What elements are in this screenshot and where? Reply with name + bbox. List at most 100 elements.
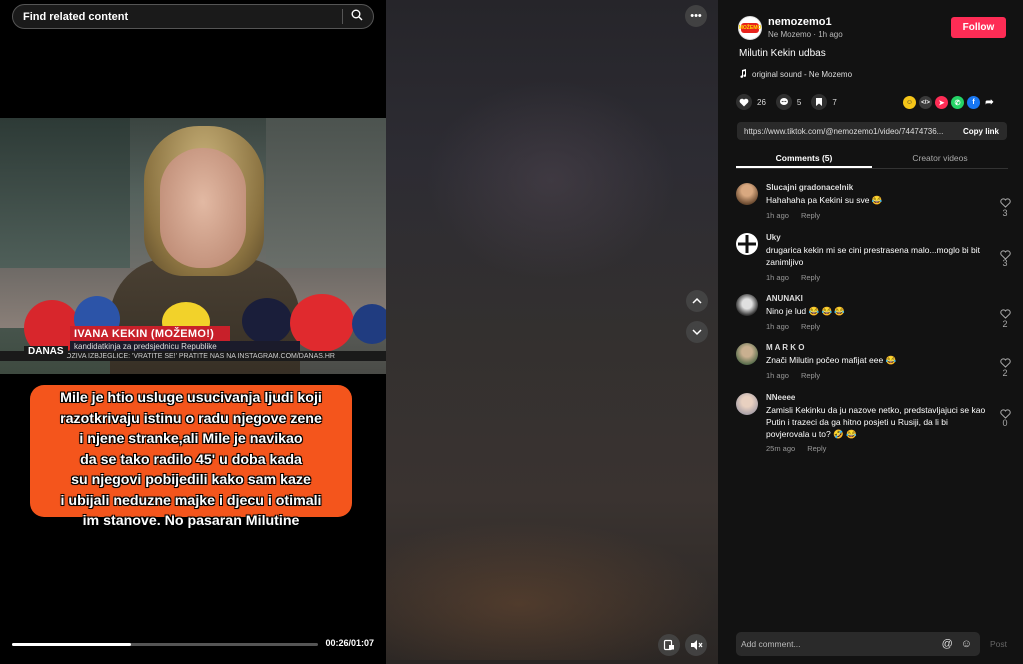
microphone-hrt [242,298,292,344]
comment-text: drugarica kekin mi se cini prestrasena m… [766,245,981,267]
next-video-button[interactable] [686,321,708,343]
commenter-avatar[interactable] [736,343,758,365]
news-subtitle-bar: kandidatkinja za predsjednicu Republike [70,341,300,351]
sound-name: original sound - Ne Mozemo [752,69,853,79]
video-url[interactable]: https://www.tiktok.com/@nemozemo1/video/… [744,127,954,136]
action-bar: 26 5 7 [736,94,847,110]
pip-icon [663,639,674,651]
more-options-button[interactable]: ••• [685,5,707,27]
commenter-name[interactable]: NNeeee [766,393,795,402]
commenter-avatar[interactable] [736,183,758,205]
commenter-avatar[interactable] [736,294,758,316]
speaker-muted-icon [690,640,702,650]
info-panel: MOŽEMO nemozemo1 Ne Mozemo · 1h ago Foll… [718,0,1023,664]
comment-text: Zamisli Kekinku da ju nazove netko, pred… [766,405,986,439]
reply-button[interactable]: Reply [801,211,820,220]
chevron-up-icon [692,297,702,304]
comment-item: Slucajni gradonacelnik Hahahaha pa Kekin… [736,183,1016,229]
commenter-name[interactable]: Uky [766,233,781,242]
comment-like-count: 2 [1002,368,1008,378]
comment-text: Hahahaha pa Kekini su sve 😂 [766,195,883,205]
comment-time: 1h ago [766,322,789,331]
tiktok-video-page: Find related content IVANA KEKIN (MOŽEMO… [0,0,1023,664]
comment-item: M A R K O Znači Milutin počeo mafijat ee… [736,343,1016,383]
comment-count: 5 [796,97,802,107]
caption-line: razotkrivaju istinu o radu njegove zene [60,410,322,427]
follow-button[interactable]: Follow [951,17,1006,38]
comment-input[interactable]: Add comment... @ ☺ [736,632,980,656]
comment-meta: 1h ago Reply [766,211,820,220]
copy-link-button[interactable]: Copy link [963,127,999,136]
embed-icon[interactable]: </> [919,96,932,109]
video-time: 00:26/01:07 [325,638,374,648]
caption-line: da se tako radilo 45' u doba kada [80,451,302,468]
comment-item: Uky drugarica kekin mi se cini prestrase… [736,233,1016,283]
speaker-face [160,148,246,268]
send-to-friends-icon[interactable]: ➤ [935,96,948,109]
author-logo: MOŽEMO [738,23,762,33]
commenter-name[interactable]: M A R K O [766,343,805,352]
reply-button[interactable]: Reply [801,322,820,331]
comment-button[interactable]: 5 [775,94,802,110]
comment-time: 25m ago [766,444,796,453]
heart-icon [736,94,752,110]
like-count: 26 [757,97,766,107]
comment-text: Znači Milutin počeo mafijat eee 😂 [766,355,897,365]
search-divider [342,9,343,24]
share-row: ☺ </> ➤ ✆ f ➦ [903,96,996,109]
reply-button[interactable]: Reply [801,273,820,282]
heart-outline-icon [999,198,1011,208]
caption-line: i njene stranke,ali Mile je navikao [79,431,303,447]
tab-creator-videos[interactable]: Creator videos [872,146,1008,168]
author-avatar[interactable]: MOŽEMO [738,16,762,40]
panel-tabs: Comments (5) Creator videos [736,146,1008,169]
facebook-icon[interactable]: f [967,96,980,109]
comment-input-placeholder[interactable]: Add comment... [741,639,942,649]
picture-in-picture-button[interactable] [658,634,680,656]
video-caption: Mile je htio usluge usucivanja ljudi koj… [20,388,362,532]
emoji-icon[interactable]: ☺ [961,638,972,650]
comment-item: ANUNAKI Nino je lud 😂 😂 😂 1h ago Reply 2 [736,294,1016,334]
comment-meta: 1h ago Reply [766,371,820,380]
blurred-backdrop [386,0,718,664]
video-progress-bar[interactable] [12,643,318,646]
caption-line: su njegovi pobijedili kako sam kaze [71,472,311,488]
channel-logo: DANAS [24,346,68,357]
save-count: 7 [832,97,837,107]
tab-comments[interactable]: Comments (5) [736,146,872,168]
author-username[interactable]: nemozemo1 [768,16,832,28]
search-bar[interactable]: Find related content [12,4,374,29]
commenter-name[interactable]: Slucajni gradonacelnik [766,183,853,192]
save-button[interactable]: 7 [811,94,837,110]
ticker-text: OZIVA IZBJEGLICE: 'VRATITE SE!' PRATITE … [66,352,335,360]
microphone-blue-right [352,304,386,344]
video-player[interactable]: Find related content IVANA KEKIN (MOŽEMO… [0,0,386,664]
reply-button[interactable]: Reply [801,371,820,380]
comment-text: Nino je lud 😂 😂 😂 [766,306,845,316]
heart-outline-icon [999,309,1011,319]
search-icon[interactable] [351,8,363,26]
video-description: Milutin Kekin udbas [739,48,826,59]
comment-icon [775,94,792,110]
comment-meta: 25m ago Reply [766,444,826,453]
post-button[interactable]: Post [990,639,1007,649]
chevron-down-icon [692,329,702,336]
news-lower-third: IVANA KEKIN (MOŽEMO!) [70,326,230,341]
whatsapp-icon[interactable]: ✆ [951,96,964,109]
comment-time: 1h ago [766,273,789,282]
like-button[interactable]: 26 [736,94,766,110]
search-input[interactable]: Find related content [23,11,342,23]
comment-time: 1h ago [766,371,789,380]
commenter-avatar[interactable] [736,233,758,255]
commenter-name[interactable]: ANUNAKI [766,294,803,303]
reply-button[interactable]: Reply [807,444,826,453]
commenter-avatar[interactable] [736,393,758,415]
mention-icon[interactable]: @ [942,638,953,650]
share-arrow-icon[interactable]: ➦ [983,96,996,109]
repost-icon[interactable]: ☺ [903,96,916,109]
sound-link[interactable]: original sound - Ne Mozemo [739,65,852,83]
previous-video-button[interactable] [686,290,708,312]
comment-like-count: 3 [1002,258,1008,268]
link-box: https://www.tiktok.com/@nemozemo1/video/… [737,122,1007,140]
mute-button[interactable] [685,634,707,656]
